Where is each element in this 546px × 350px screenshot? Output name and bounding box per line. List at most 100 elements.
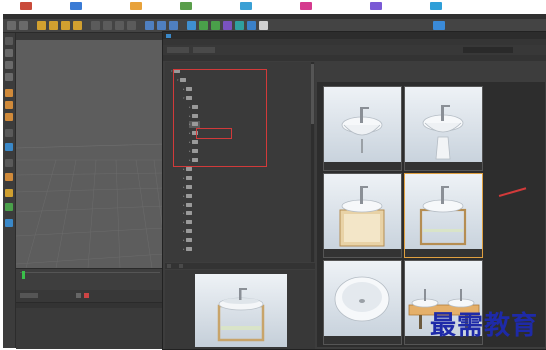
desktop-app-icon[interactable] <box>430 2 442 10</box>
thumbnail-caption <box>405 249 482 257</box>
tree-item[interactable]: ▸ <box>183 210 194 217</box>
polygons-mode-icon[interactable] <box>5 113 13 121</box>
desktop-app-icon[interactable] <box>180 2 192 10</box>
thumbnail-background <box>324 174 401 249</box>
coordinate-system-icon[interactable] <box>127 21 136 30</box>
folder-icon <box>186 229 192 234</box>
thumbnail-background <box>405 174 482 249</box>
tree-item[interactable]: ▸ <box>183 184 194 191</box>
light-icon[interactable] <box>259 21 268 30</box>
render-view-icon[interactable] <box>145 21 154 30</box>
material-menu <box>16 303 164 308</box>
tree-item[interactable]: ▸ <box>183 246 194 253</box>
snap-icon[interactable] <box>5 159 13 167</box>
undo-icon[interactable] <box>7 21 16 30</box>
render-picture-viewer-icon[interactable] <box>157 21 166 30</box>
tree-tabs <box>165 263 315 269</box>
asset-thumbnail[interactable] <box>404 173 483 258</box>
render-settings-icon[interactable] <box>169 21 178 30</box>
vessel-stand-image <box>419 186 467 246</box>
viewport-grid <box>16 143 164 268</box>
playhead[interactable] <box>22 271 25 279</box>
watermark: 最需教育 <box>429 311 538 341</box>
move-tool-icon[interactable] <box>49 21 58 30</box>
vessel-cabinet-image <box>339 186 385 247</box>
live-selection-icon[interactable] <box>37 21 46 30</box>
tree-item[interactable]: ▸ <box>183 228 194 235</box>
spline-icon[interactable] <box>199 21 208 30</box>
back-button[interactable] <box>193 47 215 53</box>
redo-icon[interactable] <box>19 21 28 30</box>
folder-icon <box>186 193 192 198</box>
camera-icon[interactable] <box>247 21 256 30</box>
folder-icon <box>186 184 192 189</box>
wall-sink-image <box>341 107 383 153</box>
desktop-app-icon[interactable] <box>130 2 142 10</box>
deformer-icon[interactable] <box>223 21 232 30</box>
folder-icon <box>186 166 192 171</box>
pedestal-sink-image <box>422 105 464 160</box>
perspective-viewport[interactable] <box>16 40 164 268</box>
nurbs-icon[interactable] <box>211 21 220 30</box>
tree-item[interactable]: ▸ <box>183 237 194 244</box>
play-icon[interactable] <box>76 293 81 298</box>
tree-item[interactable]: ▸ <box>183 202 194 209</box>
desktop-app-icon[interactable] <box>240 2 252 10</box>
tweak-mode-icon[interactable] <box>5 143 13 151</box>
thumbnail-caption <box>324 162 401 170</box>
workplane-mode-icon[interactable] <box>5 73 13 81</box>
tab-catalog[interactable] <box>167 264 171 268</box>
preview-panel <box>165 270 315 349</box>
y-axis-icon[interactable] <box>103 21 112 30</box>
viewport-menu <box>16 33 164 40</box>
timeline-ruler <box>20 272 160 273</box>
thumbnail-caption <box>405 162 482 170</box>
brush-icon[interactable] <box>5 173 13 181</box>
home-button[interactable] <box>167 47 189 53</box>
desktop-app-icon[interactable] <box>370 2 382 10</box>
texture-mode-icon[interactable] <box>5 61 13 69</box>
record-icon[interactable] <box>84 293 89 298</box>
frame-field[interactable] <box>20 293 38 298</box>
asset-thumbnail[interactable] <box>323 173 402 258</box>
model-mode-icon[interactable] <box>5 49 13 57</box>
tree-item[interactable]: ▸ <box>183 219 194 226</box>
points-mode-icon[interactable] <box>5 89 13 97</box>
axis-mode-icon[interactable] <box>5 129 13 137</box>
environment-icon[interactable] <box>235 21 244 30</box>
desktop-app-icon[interactable] <box>70 2 82 10</box>
scale-tool-icon[interactable] <box>61 21 70 30</box>
thumbnail-caption <box>324 249 401 257</box>
timeline[interactable] <box>16 268 164 291</box>
tab-preview[interactable] <box>179 264 183 268</box>
cinema4d-window: ▾ ▾ ▸ ▾ ▸ ▸ ▸ ▸ ▸ ▸ ▸ ▸ ▸ ▸ ▸ ▸ ▸ ▸ ▸ ▸ ▸ <box>3 14 546 350</box>
content-browser-titlebar[interactable] <box>163 32 546 39</box>
folder-icon <box>186 247 192 251</box>
z-axis-icon[interactable] <box>115 21 124 30</box>
scrollbar-thumb[interactable] <box>311 64 314 124</box>
asset-thumbnail[interactable] <box>323 86 402 171</box>
x-axis-icon[interactable] <box>91 21 100 30</box>
folder-icon <box>186 202 192 207</box>
desktop-app-icon[interactable] <box>20 2 32 10</box>
tree-item[interactable]: ▸ <box>183 193 194 200</box>
asset-thumbnail[interactable] <box>323 260 402 345</box>
tree-item[interactable]: ▸ <box>183 175 194 182</box>
planar-workplane-icon[interactable] <box>5 203 13 211</box>
tree-scrollbar[interactable] <box>311 62 314 262</box>
asset-thumbnail[interactable] <box>404 86 483 171</box>
layout-switch-icon[interactable] <box>433 21 445 30</box>
solo-icon[interactable] <box>5 219 13 227</box>
annotation-box <box>173 69 267 167</box>
make-editable-icon[interactable] <box>5 37 13 45</box>
cube-object-icon[interactable] <box>187 21 196 30</box>
annotation-highlight <box>196 128 232 139</box>
rotate-tool-icon[interactable] <box>73 21 82 30</box>
content-browser-icon <box>166 33 171 38</box>
search-field[interactable] <box>463 47 513 53</box>
folder-icon <box>186 238 192 243</box>
edges-mode-icon[interactable] <box>5 101 13 109</box>
desktop-app-icon[interactable] <box>300 2 312 10</box>
thumbnail-background <box>405 87 482 162</box>
lock-workplane-icon[interactable] <box>5 189 13 197</box>
